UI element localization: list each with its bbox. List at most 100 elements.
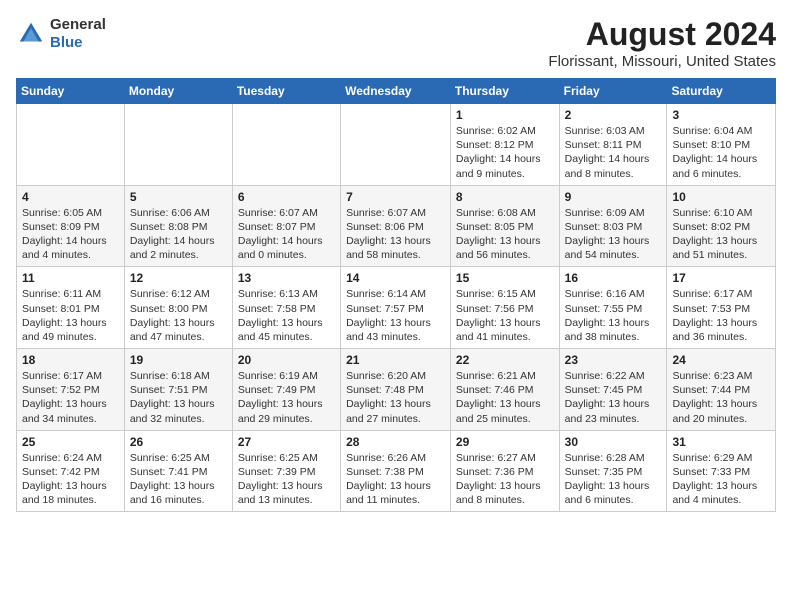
page-title: August 2024 xyxy=(548,16,776,53)
day-info: Sunrise: 6:14 AM Sunset: 7:57 PM Dayligh… xyxy=(346,287,445,344)
day-info: Sunrise: 6:25 AM Sunset: 7:39 PM Dayligh… xyxy=(238,451,335,508)
calendar-cell: 26 Sunrise: 6:25 AM Sunset: 7:41 PM Dayli… xyxy=(124,430,232,512)
day-info: Sunrise: 6:02 AM Sunset: 8:12 PM Dayligh… xyxy=(456,124,554,181)
day-number: 7 xyxy=(346,190,445,204)
day-number: 8 xyxy=(456,190,554,204)
header-row: Sunday Monday Tuesday Wednesday Thursday… xyxy=(17,79,776,104)
calendar-cell: 21Sunrise: 6:20 AM Sunset: 7:48 PM Dayli… xyxy=(341,349,451,431)
day-number: 3 xyxy=(672,108,770,122)
title-block: August 2024 Florissant, Missouri, United… xyxy=(548,16,776,70)
day-number: 12 xyxy=(130,271,227,285)
day-number: 16 xyxy=(565,271,662,285)
day-info: Sunrise: 6:10 AM Sunset: 8:02 PM Dayligh… xyxy=(672,206,770,263)
day-number: 26 xyxy=(130,435,227,449)
logo-general-text: General xyxy=(50,16,106,34)
day-info: Sunrise: 6:25 AM Sunset: 7:41 PM Dayligh… xyxy=(130,451,227,508)
day-info: Sunrise: 6:13 AM Sunset: 7:58 PM Dayligh… xyxy=(238,287,335,344)
day-info: Sunrise: 6:05 AM Sunset: 8:09 PM Dayligh… xyxy=(22,206,119,263)
calendar-cell: 18 Sunrise: 6:17 AM Sunset: 7:52 PM Dayli… xyxy=(17,349,125,431)
calendar-cell: 9 Sunrise: 6:09 AM Sunset: 8:03 PM Daylig… xyxy=(559,185,667,267)
day-info: Sunrise: 6:22 AM Sunset: 7:45 PM Dayligh… xyxy=(565,369,662,426)
day-number: 6 xyxy=(238,190,335,204)
day-number: 10 xyxy=(672,190,770,204)
day-info: Sunrise: 6:18 AM Sunset: 7:51 PM Dayligh… xyxy=(130,369,227,426)
day-number: 25 xyxy=(22,435,119,449)
day-info: Sunrise: 6:04 AM Sunset: 8:10 PM Dayligh… xyxy=(672,124,770,181)
day-info: Sunrise: 6:23 AM Sunset: 7:44 PM Dayligh… xyxy=(672,369,770,426)
calendar-cell: 17Sunrise: 6:17 AM Sunset: 7:53 PM Dayli… xyxy=(667,267,776,349)
day-info: Sunrise: 6:08 AM Sunset: 8:05 PM Dayligh… xyxy=(456,206,554,263)
logo-icon xyxy=(16,19,46,49)
logo-blue-text: Blue xyxy=(50,34,106,52)
day-info: Sunrise: 6:07 AM Sunset: 8:07 PM Dayligh… xyxy=(238,206,335,263)
calendar-cell: 25 Sunrise: 6:24 AM Sunset: 7:42 PM Dayli… xyxy=(17,430,125,512)
day-number: 30 xyxy=(565,435,662,449)
day-number: 4 xyxy=(22,190,119,204)
day-number: 24 xyxy=(672,353,770,367)
col-saturday: Saturday xyxy=(667,79,776,104)
calendar-cell: 30Sunrise: 6:28 AM Sunset: 7:35 PM Dayli… xyxy=(559,430,667,512)
calendar-cell: 7 Sunrise: 6:07 AM Sunset: 8:06 PM Daylig… xyxy=(341,185,451,267)
col-monday: Monday xyxy=(124,79,232,104)
day-info: Sunrise: 6:21 AM Sunset: 7:46 PM Dayligh… xyxy=(456,369,554,426)
day-info: Sunrise: 6:09 AM Sunset: 8:03 PM Dayligh… xyxy=(565,206,662,263)
calendar-cell: 4 Sunrise: 6:05 AM Sunset: 8:09 PM Daylig… xyxy=(17,185,125,267)
col-wednesday: Wednesday xyxy=(341,79,451,104)
day-info: Sunrise: 6:03 AM Sunset: 8:11 PM Dayligh… xyxy=(565,124,662,181)
day-info: Sunrise: 6:20 AM Sunset: 7:48 PM Dayligh… xyxy=(346,369,445,426)
calendar-cell: 23 Sunrise: 6:22 AM Sunset: 7:45 PM Dayli… xyxy=(559,349,667,431)
day-number: 18 xyxy=(22,353,119,367)
calendar-cell xyxy=(341,104,451,186)
calendar-cell: 22 Sunrise: 6:21 AM Sunset: 7:46 PM Dayli… xyxy=(450,349,559,431)
calendar-cell: 28Sunrise: 6:26 AM Sunset: 7:38 PM Dayli… xyxy=(341,430,451,512)
day-info: Sunrise: 6:27 AM Sunset: 7:36 PM Dayligh… xyxy=(456,451,554,508)
day-number: 2 xyxy=(565,108,662,122)
day-number: 29 xyxy=(456,435,554,449)
day-info: Sunrise: 6:11 AM Sunset: 8:01 PM Dayligh… xyxy=(22,287,119,344)
day-number: 31 xyxy=(672,435,770,449)
day-info: Sunrise: 6:17 AM Sunset: 7:53 PM Dayligh… xyxy=(672,287,770,344)
calendar-week-3: 11 Sunrise: 6:11 AM Sunset: 8:01 PM Dayli… xyxy=(17,267,776,349)
calendar-cell: 12 Sunrise: 6:12 AM Sunset: 8:00 PM Dayli… xyxy=(124,267,232,349)
day-info: Sunrise: 6:17 AM Sunset: 7:52 PM Dayligh… xyxy=(22,369,119,426)
day-number: 22 xyxy=(456,353,554,367)
calendar-cell: 11 Sunrise: 6:11 AM Sunset: 8:01 PM Dayli… xyxy=(17,267,125,349)
calendar-cell: 10 Sunrise: 6:10 AM Sunset: 8:02 PM Dayli… xyxy=(667,185,776,267)
col-tuesday: Tuesday xyxy=(232,79,340,104)
col-thursday: Thursday xyxy=(450,79,559,104)
day-info: Sunrise: 6:29 AM Sunset: 7:33 PM Dayligh… xyxy=(672,451,770,508)
day-info: Sunrise: 6:16 AM Sunset: 7:55 PM Dayligh… xyxy=(565,287,662,344)
day-info: Sunrise: 6:19 AM Sunset: 7:49 PM Dayligh… xyxy=(238,369,335,426)
day-info: Sunrise: 6:06 AM Sunset: 8:08 PM Dayligh… xyxy=(130,206,227,263)
calendar-cell: 19Sunrise: 6:18 AM Sunset: 7:51 PM Dayli… xyxy=(124,349,232,431)
day-number: 27 xyxy=(238,435,335,449)
calendar-cell: 29 Sunrise: 6:27 AM Sunset: 7:36 PM Dayli… xyxy=(450,430,559,512)
calendar-cell: 16 Sunrise: 6:16 AM Sunset: 7:55 PM Dayli… xyxy=(559,267,667,349)
day-info: Sunrise: 6:24 AM Sunset: 7:42 PM Dayligh… xyxy=(22,451,119,508)
calendar-week-1: 1Sunrise: 6:02 AM Sunset: 8:12 PM Daylig… xyxy=(17,104,776,186)
day-info: Sunrise: 6:26 AM Sunset: 7:38 PM Dayligh… xyxy=(346,451,445,508)
calendar-cell: 31 Sunrise: 6:29 AM Sunset: 7:33 PM Dayli… xyxy=(667,430,776,512)
calendar-cell: 15Sunrise: 6:15 AM Sunset: 7:56 PM Dayli… xyxy=(450,267,559,349)
calendar-week-4: 18 Sunrise: 6:17 AM Sunset: 7:52 PM Dayli… xyxy=(17,349,776,431)
calendar-cell: 3 Sunrise: 6:04 AM Sunset: 8:10 PM Daylig… xyxy=(667,104,776,186)
calendar-cell: 13 Sunrise: 6:13 AM Sunset: 7:58 PM Dayli… xyxy=(232,267,340,349)
calendar-cell: 27 Sunrise: 6:25 AM Sunset: 7:39 PM Dayli… xyxy=(232,430,340,512)
day-number: 23 xyxy=(565,353,662,367)
col-friday: Friday xyxy=(559,79,667,104)
day-info: Sunrise: 6:07 AM Sunset: 8:06 PM Dayligh… xyxy=(346,206,445,263)
page-subtitle: Florissant, Missouri, United States xyxy=(548,53,776,70)
calendar-cell: 14Sunrise: 6:14 AM Sunset: 7:57 PM Dayli… xyxy=(341,267,451,349)
calendar-header: Sunday Monday Tuesday Wednesday Thursday… xyxy=(17,79,776,104)
day-info: Sunrise: 6:12 AM Sunset: 8:00 PM Dayligh… xyxy=(130,287,227,344)
col-sunday: Sunday xyxy=(17,79,125,104)
day-number: 13 xyxy=(238,271,335,285)
calendar-cell xyxy=(124,104,232,186)
day-info: Sunrise: 6:15 AM Sunset: 7:56 PM Dayligh… xyxy=(456,287,554,344)
logo: General Blue xyxy=(16,16,106,52)
day-number: 20 xyxy=(238,353,335,367)
day-number: 11 xyxy=(22,271,119,285)
day-number: 5 xyxy=(130,190,227,204)
calendar-cell: 1Sunrise: 6:02 AM Sunset: 8:12 PM Daylig… xyxy=(450,104,559,186)
day-number: 9 xyxy=(565,190,662,204)
